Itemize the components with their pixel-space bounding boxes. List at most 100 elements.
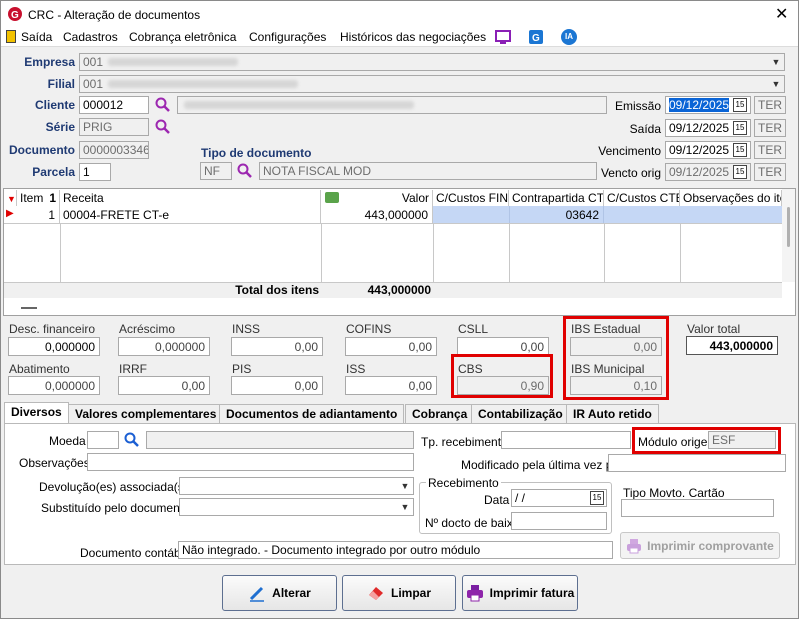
menu-historicos[interactable]: Históricos das negociações (340, 30, 486, 44)
documento-contabil-label: Documento contábil (80, 546, 187, 560)
substituido-select[interactable] (179, 498, 414, 516)
pis-field[interactable]: 0,00 (231, 376, 323, 395)
devolucao-dropdown-icon[interactable]: ▼ (398, 478, 412, 494)
substituido-dropdown-icon[interactable]: ▼ (398, 499, 412, 515)
menu-configuracoes[interactable]: Configurações (249, 30, 326, 44)
exit-icon (6, 30, 16, 43)
grid-header-observacoes[interactable]: Observações do item (680, 190, 782, 206)
printer-icon (627, 538, 642, 553)
eraser-icon (368, 587, 383, 600)
imprimir-fatura-button[interactable]: Imprimir fatura (462, 575, 578, 611)
serie-search-icon[interactable] (155, 119, 171, 135)
alterar-button[interactable]: Alterar (222, 575, 337, 611)
imprimir-comprovante-button[interactable]: Imprimir comprovante (620, 532, 780, 559)
grid-header-valor[interactable]: Valor (321, 190, 433, 206)
tipo-movto-cartao-field[interactable] (621, 499, 774, 517)
cliente-code-field[interactable]: 000012 (79, 96, 149, 114)
vencimento-calendar-icon[interactable]: 15 (733, 143, 747, 157)
grid-sort-indicator[interactable]: ▼ (4, 190, 17, 206)
svg-text:G: G (532, 33, 540, 44)
pencil-icon (250, 586, 265, 602)
desc-financeiro-field[interactable]: 0,000000 (8, 337, 100, 356)
vencimento-label: Vencimento (598, 144, 661, 158)
moeda-search-icon[interactable] (124, 432, 140, 448)
empresa-field[interactable]: 001 (79, 53, 785, 71)
abatimento-label: Abatimento (9, 362, 70, 376)
window-title: CRC - Alteração de documentos (28, 8, 201, 22)
serie-field[interactable]: PRIG (79, 118, 149, 136)
moeda-code-field[interactable] (87, 431, 119, 449)
data-label: Data (484, 493, 510, 507)
observacoes-label: Observações (19, 456, 90, 470)
emissao-calendar-icon[interactable]: 15 (733, 98, 747, 112)
saida-label: Saída (629, 122, 661, 136)
tipo-documento-code-field[interactable]: NF (200, 162, 232, 180)
grid-header-ccustos-ctb[interactable]: C/Custos CTB (604, 190, 680, 206)
modificado-label: Modificado pela última vez por (461, 458, 624, 472)
grid-header-receita[interactable]: Receita (60, 190, 321, 206)
vencto-orig-day-field: TER (754, 163, 786, 181)
irrf-label: IRRF (119, 362, 147, 376)
cliente-label: Cliente (34, 98, 75, 112)
tab-contabilizacao[interactable]: Contabilização (471, 404, 570, 423)
g-logo-icon[interactable]: G (528, 29, 544, 45)
grid-vertical-scrollbar[interactable] (782, 189, 795, 282)
cbs-highlight (451, 354, 553, 398)
cofins-field[interactable]: 0,00 (345, 337, 437, 356)
grid-splitter-icon[interactable] (21, 307, 37, 309)
monitor-icon[interactable] (495, 29, 511, 45)
cliente-search-icon[interactable] (155, 97, 171, 113)
menu-saida[interactable]: Saída (21, 30, 52, 44)
menu-cadastros[interactable]: Cadastros (63, 30, 118, 44)
saida-calendar-icon[interactable]: 15 (733, 121, 747, 135)
documento-contabil-field: Não integrado. - Documento integrado por… (178, 541, 613, 559)
filial-field[interactable]: 001 (79, 75, 785, 93)
tab-documentos-adiantamento[interactable]: Documentos de adiantamento (219, 404, 405, 423)
grid-header-ccustos-fin[interactable]: C/Custos FIN (433, 190, 509, 206)
grid-header-item[interactable]: Item 1 (17, 190, 60, 206)
tp-recebimento-label: Tp. recebimento (421, 435, 508, 449)
irrf-field[interactable]: 0,00 (118, 376, 210, 395)
observacoes-field[interactable] (87, 453, 414, 471)
parcela-field[interactable]: 1 (79, 163, 111, 181)
valor-total-label: Valor total (687, 322, 741, 336)
iss-label: ISS (346, 362, 366, 376)
csll-label: CSLL (458, 322, 489, 336)
tab-ir-auto-retido[interactable]: IR Auto retido (566, 404, 659, 423)
tab-diversos[interactable]: Diversos (4, 402, 69, 423)
cofins-label: COFINS (346, 322, 392, 336)
grid-cell-valor[interactable]: 443,000000 (321, 206, 433, 223)
tab-valores-complementares[interactable]: Valores complementares (68, 404, 224, 423)
tipo-documento-search-icon[interactable] (237, 163, 253, 179)
grid-header-contrapartida[interactable]: Contrapartida CTB (509, 190, 604, 206)
empresa-dropdown-icon[interactable]: ▼ (769, 54, 783, 70)
desc-financeiro-label: Desc. financeiro (9, 322, 96, 336)
inss-field[interactable]: 0,00 (231, 337, 323, 356)
tp-recebimento-field[interactable] (501, 431, 631, 449)
close-icon[interactable]: ✕ (775, 4, 788, 24)
tipo-movto-cartao-label: Tipo Movto. Cartão (623, 486, 725, 500)
data-calendar-icon[interactable]: 15 (590, 491, 604, 505)
modificado-field[interactable] (608, 454, 786, 472)
grid-row-selection[interactable] (433, 206, 782, 223)
grid-cell-receita[interactable]: 00004-FRETE CT-e (60, 206, 321, 223)
abatimento-field[interactable]: 0,000000 (8, 376, 100, 395)
menu-cobranca-eletronica[interactable]: Cobrança eletrônica (129, 30, 236, 44)
grid-cell-contrapartida[interactable]: 03642 (509, 206, 604, 223)
grid-cell-item[interactable]: 1 (17, 206, 60, 223)
devolucao-select[interactable] (179, 477, 414, 495)
vencto-orig-calendar-icon[interactable]: 15 (733, 165, 747, 179)
menu-bar: Saída Cadastros Cobrança eletrônica Conf… (1, 27, 798, 47)
main-window: G CRC - Alteração de documentos ✕ Saída … (0, 0, 799, 619)
acrescimo-field[interactable]: 0,000000 (118, 337, 210, 356)
n-docto-baixa-field[interactable] (511, 512, 607, 530)
tab-cobranca[interactable]: Cobrança (405, 404, 475, 423)
documento-field[interactable]: 0000003346 (79, 141, 149, 159)
filial-dropdown-icon[interactable]: ▼ (769, 76, 783, 92)
inss-label: INSS (232, 322, 261, 336)
limpar-button[interactable]: Limpar (342, 575, 456, 611)
ia-icon[interactable]: IA (561, 29, 577, 45)
devolucao-label: Devolução(es) associada(s) (39, 480, 188, 494)
iss-field[interactable]: 0,00 (345, 376, 437, 395)
row-selector[interactable]: ▶ (4, 206, 17, 223)
